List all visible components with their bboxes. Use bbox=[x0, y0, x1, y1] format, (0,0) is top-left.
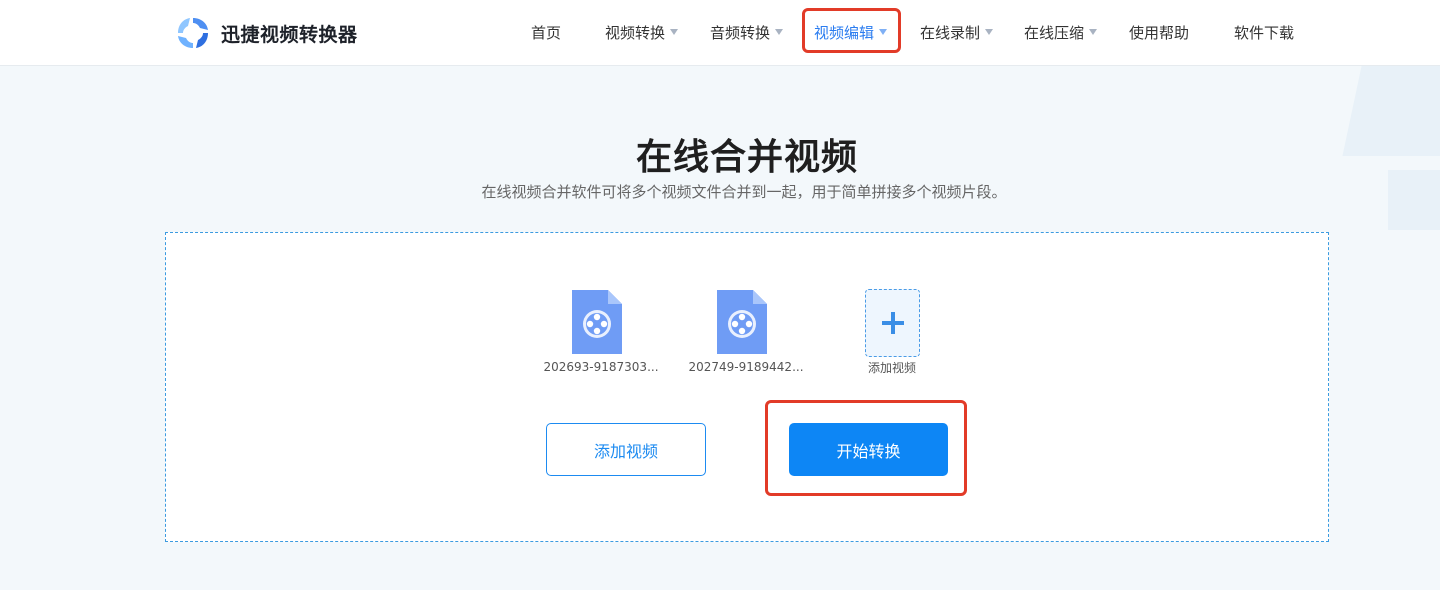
upload-dropzone[interactable] bbox=[165, 232, 1329, 542]
nav-item-help[interactable]: 使用帮助 bbox=[1129, 20, 1189, 44]
top-header: 迅捷视频转换器 首页 视频转换 音频转换 视频编辑 在线录制 在线压缩 使用帮助 bbox=[0, 0, 1440, 66]
nav-item-online-compress[interactable]: 在线压缩 bbox=[1024, 20, 1098, 44]
add-video-tile[interactable] bbox=[865, 289, 920, 357]
caret-down-icon bbox=[670, 29, 679, 35]
nav-item-label: 视频转换 bbox=[605, 23, 666, 42]
nav-item-audio-convert[interactable]: 音频转换 bbox=[710, 20, 784, 44]
nav-item-label: 使用帮助 bbox=[1129, 23, 1190, 42]
caret-down-icon bbox=[1089, 29, 1098, 35]
nav-item-label: 音频转换 bbox=[710, 23, 771, 42]
nav-item-label: 在线压缩 bbox=[1024, 23, 1085, 42]
nav-item-label: 在线录制 bbox=[920, 23, 981, 42]
page-subtitle: 在线视频合并软件可将多个视频文件合并到一起，用于简单拼接多个视频片段。 bbox=[481, 183, 1007, 201]
caret-down-icon bbox=[985, 29, 994, 35]
nav-item-video-edit[interactable]: 视频编辑 bbox=[814, 20, 888, 44]
page-title: 在线合并视频 bbox=[635, 137, 858, 178]
nav-item-label: 视频编辑 bbox=[814, 23, 875, 42]
video-file-icon bbox=[572, 290, 622, 354]
file-name: 202749-9189442... bbox=[688, 360, 804, 374]
caret-down-icon bbox=[879, 29, 888, 35]
start-convert-button[interactable]: 开始转换 bbox=[789, 423, 948, 476]
caret-down-icon bbox=[775, 29, 784, 35]
file-name: 202693-9187303... bbox=[543, 360, 659, 374]
nav-item-label: 软件下载 bbox=[1234, 23, 1295, 42]
nav-item-download[interactable]: 软件下载 bbox=[1234, 20, 1294, 44]
plus-icon bbox=[881, 312, 904, 334]
file-item[interactable]: 202693-9187303... bbox=[541, 290, 661, 380]
nav-item-label: 首页 bbox=[531, 23, 562, 42]
nav-item-online-record[interactable]: 在线录制 bbox=[920, 20, 994, 44]
file-item[interactable]: 202749-9189442... bbox=[686, 290, 806, 380]
main-nav: 首页 视频转换 音频转换 视频编辑 在线录制 在线压缩 使用帮助 软件下载 bbox=[0, 0, 1440, 66]
add-video-tile-label: 添加视频 bbox=[867, 361, 916, 375]
nav-item-video-convert[interactable]: 视频转换 bbox=[605, 20, 679, 44]
nav-item-home[interactable]: 首页 bbox=[531, 20, 561, 44]
add-video-button[interactable]: 添加视频 bbox=[546, 423, 706, 476]
video-file-icon bbox=[717, 290, 767, 354]
